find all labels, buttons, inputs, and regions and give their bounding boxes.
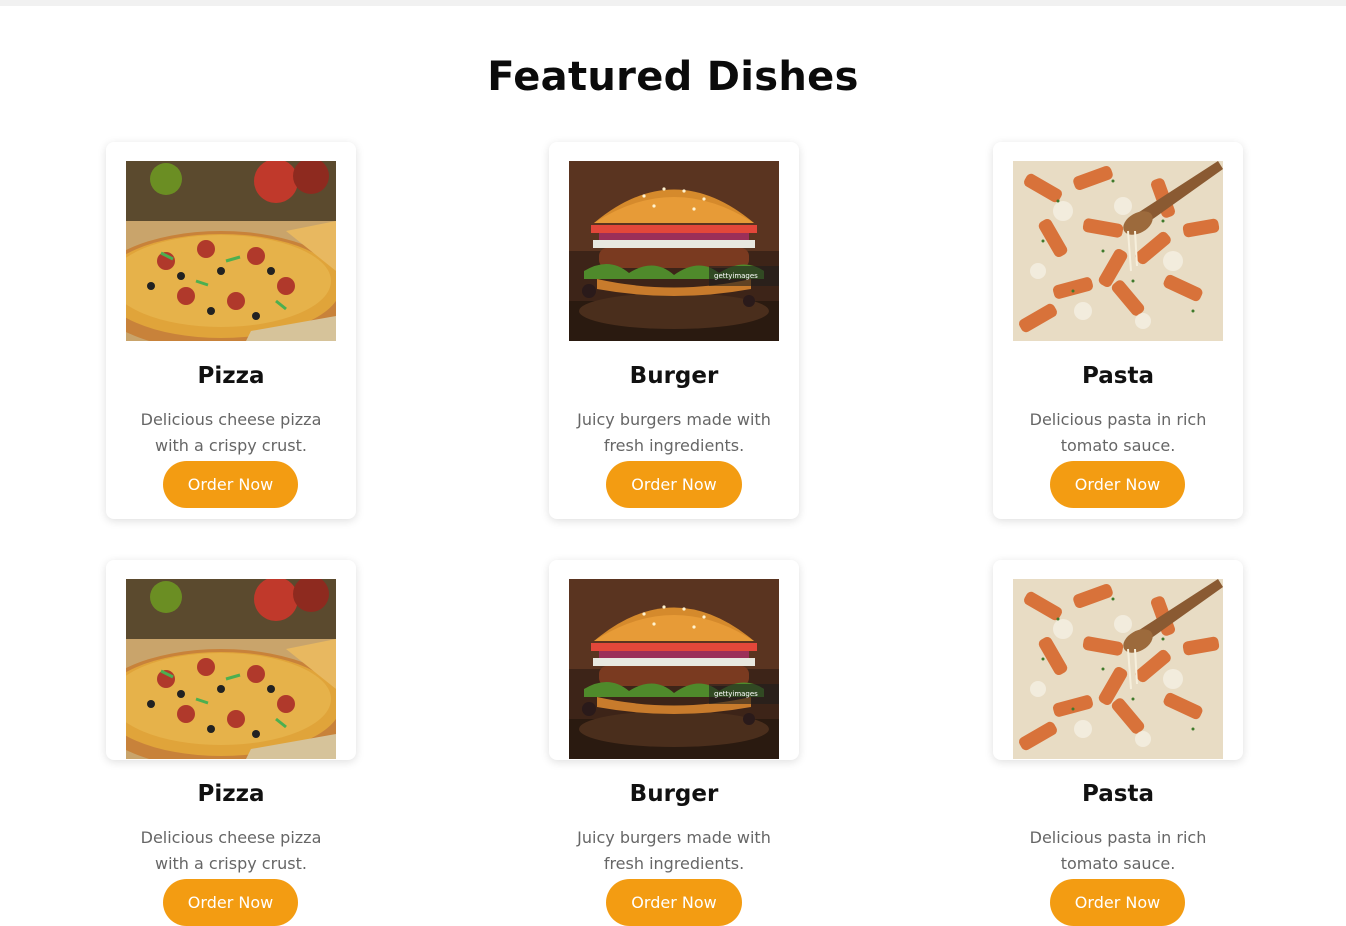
dish-title: Burger: [629, 363, 719, 389]
dish-description: Delicious pasta in rich tomato sauce.: [1029, 410, 1207, 455]
burger-image: [569, 161, 779, 341]
dish-card-pizza: Pizza Delicious cheese pizza with a cris…: [106, 142, 356, 519]
dish-card-pizza: Pizza Delicious cheese pizza with a cris…: [106, 560, 356, 926]
section-title: Featured Dishes: [487, 54, 859, 100]
order-now-button[interactable]: Order Now: [606, 879, 742, 926]
dish-description: Delicious pasta in rich tomato sauce.: [1029, 828, 1207, 873]
dish-card-burger: Burger Juicy burgers made with fresh ing…: [549, 560, 799, 926]
dish-title: Burger: [629, 781, 719, 807]
pizza-image: [126, 579, 336, 759]
burger-image: [569, 579, 779, 759]
dish-title: Pasta: [1082, 363, 1154, 389]
order-now-button[interactable]: Order Now: [163, 879, 298, 926]
dish-title: Pizza: [197, 363, 265, 389]
dish-card-pasta: Pasta Delicious pasta in rich tomato sau…: [993, 560, 1243, 926]
pasta-image: [1013, 161, 1223, 341]
dish-card-burger: Burger Juicy burgers made with fresh ing…: [549, 142, 799, 519]
dish-description: Juicy burgers made with fresh ingredient…: [577, 828, 771, 873]
pasta-image: [1013, 579, 1223, 759]
order-now-button[interactable]: Order Now: [1050, 879, 1185, 926]
dish-title: Pizza: [197, 781, 265, 807]
pizza-image: [126, 161, 336, 341]
dish-title: Pasta: [1082, 781, 1154, 807]
top-border: [0, 0, 1346, 6]
order-now-button[interactable]: Order Now: [163, 461, 298, 508]
dish-description: Delicious cheese pizza with a crispy cru…: [140, 828, 322, 873]
dish-card-pasta: Pasta Delicious pasta in rich tomato sau…: [993, 142, 1243, 519]
dish-description: Delicious cheese pizza with a crispy cru…: [140, 410, 322, 455]
order-now-button[interactable]: Order Now: [1050, 461, 1185, 508]
order-now-button[interactable]: Order Now: [606, 461, 742, 508]
dish-description: Juicy burgers made with fresh ingredient…: [577, 410, 771, 455]
